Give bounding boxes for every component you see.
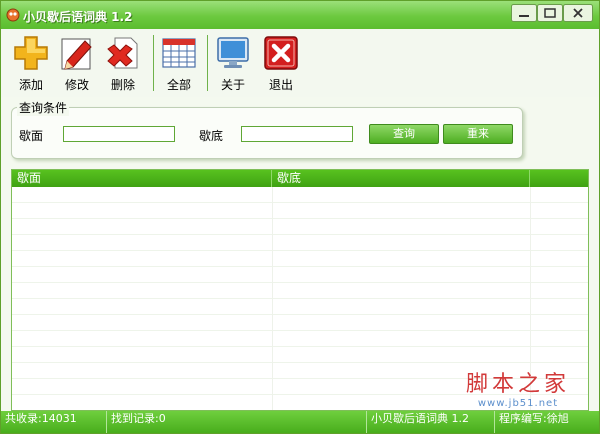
show-all-label: 全部 (166, 78, 191, 92)
status-app-name: 小贝歇后语词典 1.2 (367, 411, 495, 433)
exit-x-icon (264, 36, 298, 70)
search-button[interactable]: 查询 (369, 124, 439, 144)
minimize-icon (511, 4, 537, 22)
minimize-button[interactable] (511, 4, 537, 22)
table-header: 歇面 歇底 (12, 170, 588, 187)
column-header-filler (530, 170, 588, 187)
close-icon (563, 4, 593, 22)
about-label: 关于 (220, 78, 245, 92)
watermark-title: 脚本之家 (465, 372, 570, 397)
edit-button[interactable]: 修改 (55, 33, 99, 95)
grid-table-icon (162, 38, 196, 68)
add-button[interactable]: 添加 (9, 33, 53, 95)
app-icon (6, 8, 20, 22)
edit-label: 修改 (64, 78, 89, 92)
plus-icon (14, 36, 48, 70)
watermark: 脚本之家 www.jb51.net (463, 366, 573, 409)
query-group-title: 查询条件 (17, 99, 70, 116)
exit-button[interactable]: 退出 (259, 33, 303, 95)
face-input[interactable] (63, 126, 175, 142)
toolbar-separator (153, 35, 154, 91)
maximize-icon (537, 4, 563, 22)
maximize-button[interactable] (537, 4, 563, 22)
status-author: 程序编写:徐旭 (499, 412, 569, 425)
status-found-count: 找到记录:0 (107, 411, 367, 433)
column-header-face[interactable]: 歇面 (12, 170, 272, 187)
delete-label: 删除 (110, 78, 135, 92)
add-label: 添加 (18, 78, 43, 92)
face-label: 歇面 (19, 129, 44, 143)
delete-icon (107, 37, 138, 69)
column-header-bottom[interactable]: 歇底 (272, 170, 530, 187)
toolbar: 添加 修改 删除 全部 关于 退出 (1, 29, 599, 97)
main-window: 小贝歇后语词典 1.2 添加 修改 删除 全部 关于 退出 查询条件 歇面 歇底… (0, 0, 600, 434)
pencil-edit-icon (61, 38, 92, 70)
show-all-button[interactable]: 全部 (157, 33, 201, 95)
title-bar[interactable]: 小贝歇后语词典 1.2 (1, 1, 599, 29)
column-divider (272, 187, 273, 410)
reset-button[interactable]: 重来 (443, 124, 513, 144)
exit-label: 退出 (268, 78, 293, 92)
watermark-url: www.jb51.net (477, 398, 559, 409)
close-button[interactable] (563, 4, 593, 22)
bottom-label: 歇底 (199, 129, 224, 143)
status-total-count: 共收录:14031 (1, 411, 107, 433)
bottom-input[interactable] (241, 126, 353, 142)
window-title: 小贝歇后语词典 1.2 (23, 10, 133, 24)
about-button[interactable]: 关于 (211, 33, 255, 95)
monitor-icon (217, 37, 249, 68)
toolbar-separator (207, 35, 208, 91)
status-bar: 共收录:14031 找到记录:0 小贝歇后语词典 1.2 程序编写:徐旭 (1, 411, 599, 433)
delete-button[interactable]: 删除 (101, 33, 145, 95)
